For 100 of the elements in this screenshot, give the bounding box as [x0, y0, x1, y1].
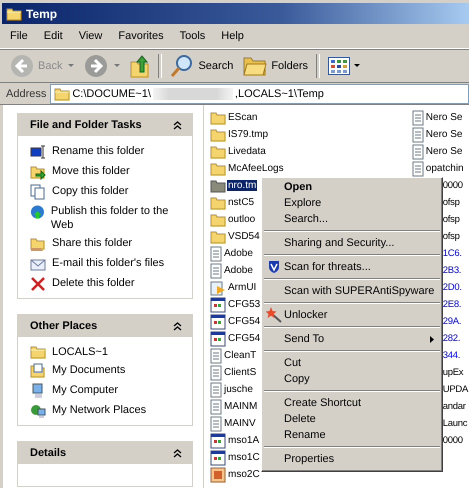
file-name[interactable]: Livedata [227, 146, 267, 157]
folder-up-icon [130, 54, 150, 78]
collapse-icon[interactable] [173, 120, 182, 130]
task-link[interactable]: My Documents [52, 363, 126, 377]
file-name[interactable]: CFG54 [227, 316, 262, 327]
menu-item[interactable]: Cut [262, 355, 442, 371]
file-name[interactable]: ArmUI [227, 282, 258, 293]
file-name[interactable]: Nero Se [424, 129, 464, 140]
file-name[interactable]: mso2C [227, 469, 261, 480]
folder-icon [210, 110, 226, 124]
panel-header[interactable]: File and Folder Tasks [18, 114, 192, 136]
menu-item[interactable]: Sharing and Security... [262, 235, 442, 251]
file-name[interactable]: nro.tm [227, 180, 258, 191]
file-name[interactable]: ClientS [223, 367, 258, 378]
file-name[interactable]: McAfeeLogs [227, 163, 285, 174]
document-icon [412, 126, 424, 142]
file-name[interactable]: CleanT [223, 350, 258, 361]
menu-item[interactable]: View [70, 30, 110, 42]
copy-icon [30, 184, 46, 200]
search-button[interactable]: Search [166, 52, 238, 80]
file-name[interactable]: CFG54 [227, 333, 262, 344]
file-name[interactable]: 0000 [442, 435, 464, 446]
window-icon [210, 450, 226, 466]
menu-item[interactable]: File [2, 30, 36, 42]
file-name[interactable]: nstC5 [227, 197, 256, 208]
file-name[interactable]: 2B3. [442, 265, 462, 276]
collapse-icon[interactable] [173, 322, 182, 330]
file-name[interactable]: opatchin [424, 163, 465, 174]
task-link[interactable]: Publish this folder to the Web [50, 204, 184, 232]
file-name[interactable]: Adobe [223, 248, 254, 259]
task-link[interactable]: My Network Places [52, 403, 146, 417]
task-link[interactable]: Delete this folder [52, 276, 135, 290]
file-name[interactable]: EScan [227, 112, 258, 123]
shield-icon [268, 260, 280, 274]
file-name[interactable]: andar [442, 401, 467, 412]
menu-item[interactable]: Tools [172, 30, 214, 42]
file-name[interactable]: 282. [442, 333, 462, 344]
network-icon [30, 403, 46, 419]
file-name[interactable]: 344. [442, 350, 462, 361]
folders-button[interactable]: Folders [239, 53, 312, 79]
file-name[interactable]: 1C6. [442, 248, 463, 259]
collapse-icon[interactable] [173, 448, 182, 458]
folder-icon [210, 128, 226, 142]
folder-icon [243, 55, 268, 77]
file-name[interactable]: 2D0. [442, 282, 463, 293]
menu-item[interactable]: Copy [262, 371, 442, 387]
file-name[interactable]: VSD54 [227, 231, 261, 242]
folder-icon [210, 162, 226, 176]
file-name[interactable]: Nero Se [424, 112, 464, 123]
task-link[interactable]: My Computer [52, 383, 118, 397]
file-name[interactable]: ofsp [442, 214, 461, 225]
file-name[interactable]: 0000 [442, 180, 464, 191]
file-name[interactable]: MAINM [223, 401, 258, 412]
path-text: ,LOCALS~1\Temp [234, 88, 324, 100]
file-name[interactable]: Nero Se [424, 146, 464, 157]
task-link[interactable]: Rename this folder [52, 144, 144, 158]
menu-item[interactable]: Properties [262, 451, 442, 467]
panel-header[interactable]: Details [18, 442, 192, 464]
menu-item[interactable]: Send To [262, 331, 442, 347]
dropdown-icon[interactable] [114, 64, 120, 68]
dropdown-icon[interactable] [68, 64, 74, 68]
file-name[interactable]: 29A. [442, 316, 462, 327]
file-name[interactable]: IS79.tmp [227, 129, 270, 140]
file-name[interactable]: outloo [227, 214, 256, 225]
menu-item[interactable]: Delete [262, 411, 442, 427]
menu-item[interactable]: Search... [262, 211, 442, 227]
file-name[interactable]: Launc [442, 418, 468, 429]
file-name[interactable]: upEx [442, 367, 464, 378]
file-name[interactable]: jusche [223, 384, 254, 395]
file-name[interactable]: MAINV [223, 418, 257, 429]
file-name[interactable]: mso1C [227, 452, 261, 463]
task-link[interactable]: Share this folder [52, 236, 132, 250]
menu-item[interactable]: Create Shortcut [262, 395, 442, 411]
window-title: Temp [26, 6, 58, 20]
task-link[interactable]: Move this folder [52, 164, 130, 178]
file-name[interactable]: UPDA [442, 384, 469, 395]
menu-item[interactable]: Scan for threats... [262, 259, 442, 275]
task-link[interactable]: E-mail this folder's files [52, 256, 164, 270]
menu-item[interactable]: Rename [262, 427, 442, 443]
file-name[interactable]: Adobe [223, 265, 254, 276]
file-name[interactable]: 2E8. [442, 299, 462, 310]
menu-item[interactable]: Explore [262, 195, 442, 211]
menu-item[interactable]: Open [262, 179, 442, 195]
task-link[interactable]: LOCALS~1 [52, 345, 108, 359]
address-field[interactable]: C:\DOCUME~1\ ,LOCALS~1\Temp [50, 84, 469, 104]
wand-icon [266, 307, 282, 323]
menu-item[interactable]: Unlocker [262, 307, 442, 323]
file-name[interactable]: CFG53 [227, 299, 262, 310]
menu-item[interactable]: Favorites [110, 30, 172, 42]
document-icon [210, 398, 222, 414]
file-name[interactable]: ofsp [442, 231, 461, 242]
task-link[interactable]: Copy this folder [52, 184, 128, 198]
panel-header[interactable]: Other Places [18, 315, 192, 337]
file-name[interactable]: mso1A [227, 435, 260, 446]
menu-item[interactable]: Edit [36, 30, 71, 42]
folder-icon [30, 345, 46, 359]
menu-item[interactable]: Help [213, 30, 252, 42]
menu-item[interactable]: Scan with SUPERAntiSpyware [262, 283, 442, 299]
rename-icon [30, 144, 46, 160]
file-name[interactable]: ofsp [442, 197, 461, 208]
